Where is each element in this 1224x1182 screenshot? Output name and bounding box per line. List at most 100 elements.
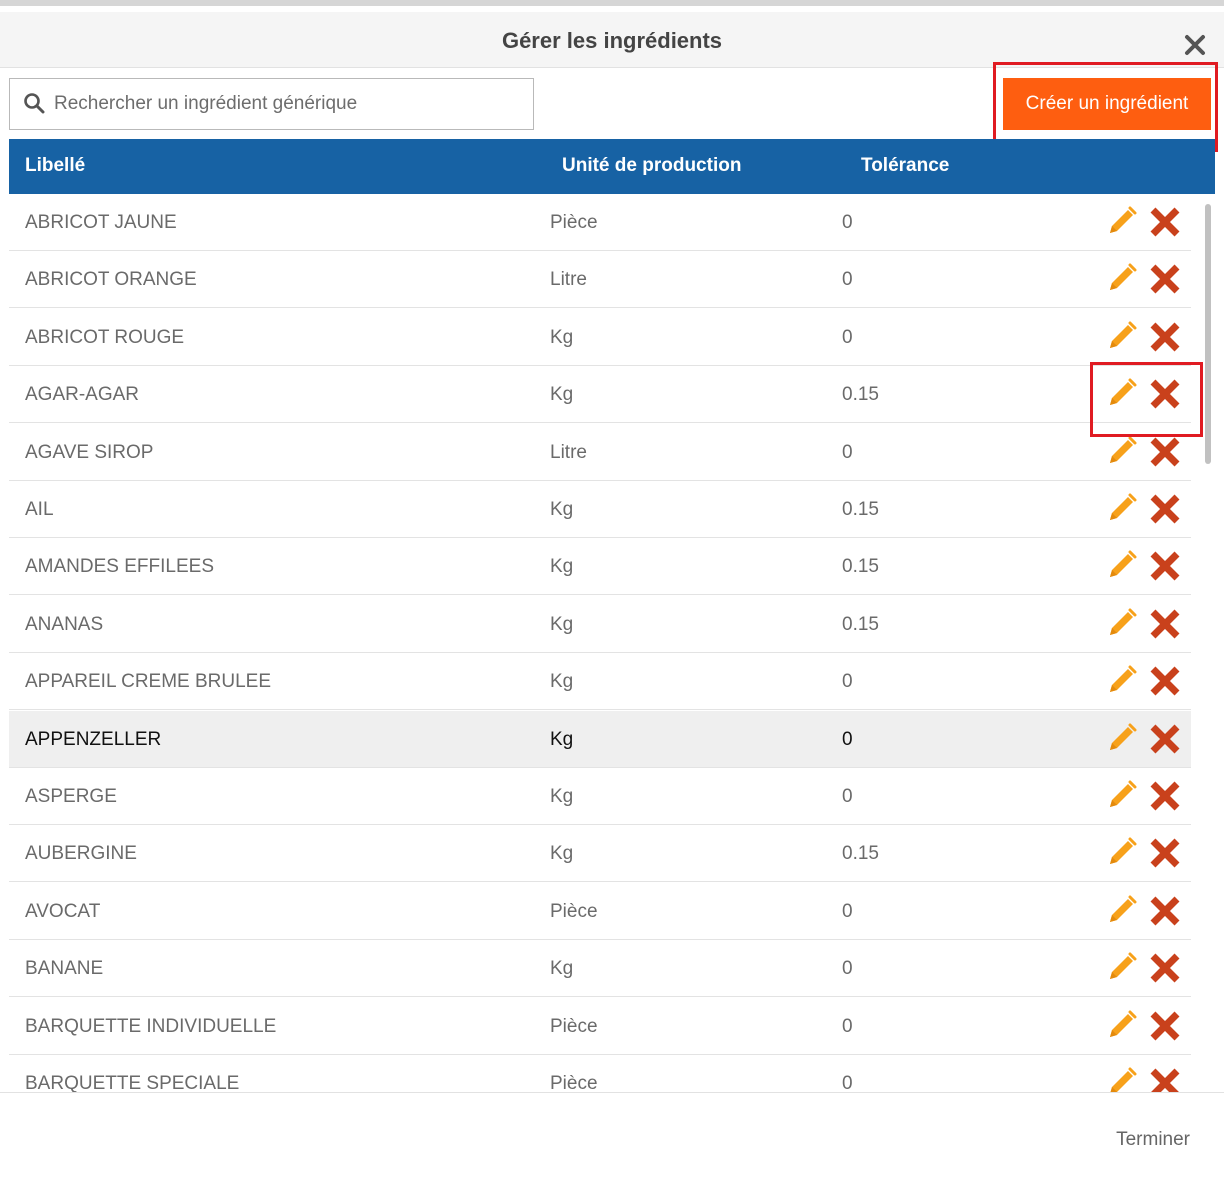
search-icon	[23, 92, 45, 114]
column-header-unit: Unité de production	[562, 155, 742, 176]
ingredient-name: BARQUETTE INDIVIDUELLE	[25, 1016, 277, 1037]
tolerance-value: 0.15	[842, 556, 879, 577]
pencil-icon[interactable]	[1105, 550, 1141, 582]
pencil-icon[interactable]	[1105, 321, 1141, 353]
table-header: Libellé Unité de production Tolérance	[9, 139, 1215, 194]
ingredient-name: BANANE	[25, 958, 104, 979]
ingredient-name: AGAR-AGAR	[25, 384, 140, 405]
tolerance-value: 0	[842, 671, 853, 692]
table-row[interactable]: AGAVE SIROP Litre 0	[9, 424, 1191, 481]
production-unit: Kg	[550, 729, 574, 750]
delete-x-icon[interactable]	[1148, 435, 1182, 469]
table-row[interactable]: AIL Kg 0.15	[9, 481, 1191, 538]
tolerance-value: 0	[842, 786, 853, 807]
pencil-icon[interactable]	[1105, 837, 1141, 869]
scrollbar[interactable]	[1200, 194, 1215, 1092]
delete-x-icon[interactable]	[1148, 722, 1182, 756]
dialog-footer: Terminer	[0, 1092, 1224, 1182]
table-row[interactable]: ABRICOT ROUGE Kg 0	[9, 309, 1191, 366]
tolerance-value: 0	[842, 269, 853, 290]
ingredient-name: APPENZELLER	[25, 729, 162, 750]
ingredient-name: ASPERGE	[25, 786, 117, 807]
column-header-label: Libellé	[25, 155, 86, 176]
tolerance-value: 0	[842, 442, 853, 463]
delete-x-icon[interactable]	[1148, 492, 1182, 526]
tolerance-value: 0	[842, 212, 853, 233]
pencil-icon[interactable]	[1105, 895, 1141, 927]
column-header-tolerance: Tolérance	[861, 155, 950, 176]
ingredient-name: BARQUETTE SPECIALE	[25, 1073, 240, 1092]
table-row[interactable]: ABRICOT JAUNE Pièce 0	[9, 194, 1191, 251]
pencil-icon[interactable]	[1105, 952, 1141, 984]
production-unit: Kg	[550, 614, 574, 635]
table-row[interactable]: AUBERGINE Kg 0.15	[9, 825, 1191, 882]
production-unit: Kg	[550, 499, 574, 520]
pencil-icon[interactable]	[1105, 206, 1141, 238]
table-row[interactable]: BARQUETTE INDIVIDUELLE Pièce 0	[9, 998, 1191, 1055]
production-unit: Litre	[550, 269, 587, 290]
finish-button[interactable]: Terminer	[1116, 1129, 1190, 1151]
ingredient-name: AUBERGINE	[25, 843, 137, 864]
delete-x-icon[interactable]	[1148, 951, 1182, 985]
production-unit: Kg	[550, 384, 574, 405]
ingredient-name: APPAREIL CREME BRULEE	[25, 671, 272, 692]
ingredient-name: AGAVE SIROP	[25, 442, 154, 463]
delete-x-icon[interactable]	[1148, 894, 1182, 928]
table-row[interactable]: AVOCAT Pièce 0	[9, 883, 1191, 940]
tolerance-value: 0	[842, 729, 853, 750]
delete-x-icon[interactable]	[1148, 377, 1182, 411]
search-input[interactable]	[54, 80, 524, 128]
table-row[interactable]: APPENZELLER Kg 0	[9, 711, 1191, 768]
pencil-icon[interactable]	[1105, 378, 1141, 410]
delete-x-icon[interactable]	[1148, 836, 1182, 870]
pencil-icon[interactable]	[1105, 723, 1141, 755]
scrollbar-thumb[interactable]	[1205, 204, 1211, 464]
delete-x-icon[interactable]	[1148, 664, 1182, 698]
ingredients-table-body: ABRICOT JAUNE Pièce 0 ABRICOT ORANGE Litre 0 A…	[9, 194, 1215, 1092]
pencil-icon[interactable]	[1105, 608, 1141, 640]
ingredient-name: AVOCAT	[25, 901, 101, 922]
table-row[interactable]: ANANAS Kg 0.15	[9, 596, 1191, 653]
delete-x-icon[interactable]	[1148, 262, 1182, 296]
search-field[interactable]	[9, 78, 534, 130]
production-unit: Kg	[550, 843, 574, 864]
delete-x-icon[interactable]	[1148, 205, 1182, 239]
table-row[interactable]: AMANDES EFFILEES Kg 0.15	[9, 538, 1191, 595]
pencil-icon[interactable]	[1105, 780, 1141, 812]
delete-x-icon[interactable]	[1148, 320, 1182, 354]
manage-ingredients-dialog: Gérer les ingrédients Créer un ingrédien…	[0, 0, 1224, 1182]
ingredient-name: ABRICOT JAUNE	[25, 212, 177, 233]
table-row[interactable]: ASPERGE Kg 0	[9, 768, 1191, 825]
table-row[interactable]: ABRICOT ORANGE Litre 0	[9, 251, 1191, 308]
ingredient-name: AIL	[25, 499, 54, 520]
delete-x-icon[interactable]	[1148, 549, 1182, 583]
production-unit: Pièce	[550, 901, 598, 922]
production-unit: Pièce	[550, 1016, 598, 1037]
tolerance-value: 0.15	[842, 614, 879, 635]
tolerance-value: 0.15	[842, 499, 879, 520]
table-row[interactable]: AGAR-AGAR Kg 0.15	[9, 366, 1191, 423]
table-row[interactable]: BARQUETTE SPECIALE Pièce 0	[9, 1055, 1191, 1092]
create-ingredient-button[interactable]: Créer un ingrédient	[1003, 78, 1211, 130]
delete-x-icon[interactable]	[1148, 1009, 1182, 1043]
ingredient-name: ABRICOT ORANGE	[25, 269, 197, 290]
pencil-icon[interactable]	[1105, 263, 1141, 295]
pencil-icon[interactable]	[1105, 493, 1141, 525]
production-unit: Kg	[550, 556, 574, 577]
pencil-icon[interactable]	[1105, 436, 1141, 468]
pencil-icon[interactable]	[1105, 665, 1141, 697]
table-row[interactable]: BANANE Kg 0	[9, 940, 1191, 997]
tolerance-value: 0	[842, 1016, 853, 1037]
pencil-icon[interactable]	[1105, 1067, 1141, 1092]
production-unit: Kg	[550, 327, 574, 348]
delete-x-icon[interactable]	[1148, 607, 1182, 641]
ingredient-name: AMANDES EFFILEES	[25, 556, 214, 577]
tolerance-value: 0	[842, 958, 853, 979]
table-row[interactable]: APPAREIL CREME BRULEE Kg 0	[9, 653, 1191, 710]
close-icon[interactable]	[1184, 34, 1206, 56]
delete-x-icon[interactable]	[1148, 1066, 1182, 1092]
delete-x-icon[interactable]	[1148, 779, 1182, 813]
pencil-icon[interactable]	[1105, 1010, 1141, 1042]
production-unit: Kg	[550, 786, 574, 807]
tolerance-value: 0.15	[842, 843, 879, 864]
